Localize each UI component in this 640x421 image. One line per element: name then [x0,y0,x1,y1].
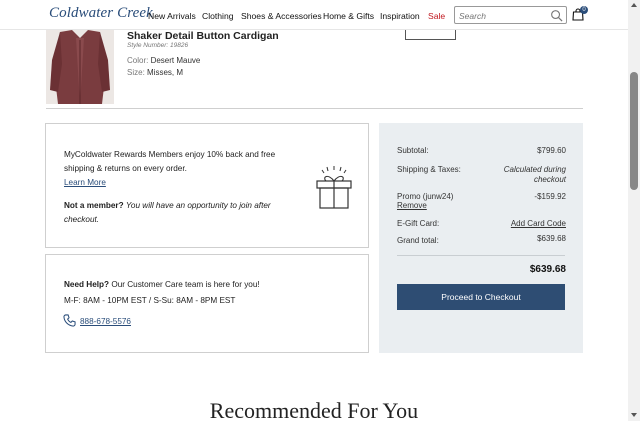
recommended-heading: Recommended For You [209,398,419,421]
product-image[interactable] [46,30,114,104]
nav-home-gifts[interactable]: Home & Gifts [323,11,374,21]
gift-icon [316,166,352,209]
customer-care-hours: M-F: 8AM - 10PM EST / S-Su: 8AM - 8PM ES… [64,296,236,305]
nav-shoes-accessories[interactable]: Shoes & Accessories [241,11,322,21]
search-input[interactable] [459,9,547,22]
product-color: Color: Desert Mauve [127,56,200,65]
bag-count-badge: 0 [580,6,588,14]
search-box[interactable] [454,6,567,24]
promo-label: Promo (junw24) [397,192,454,201]
order-summary: Subtotal: $799.60 Shipping & Taxes: Calc… [379,123,583,353]
promo-value: -$159.92 [534,192,566,201]
scroll-up-arrow[interactable] [631,3,637,7]
logo[interactable]: Coldwater Creek [49,5,153,22]
rewards-text-2: shipping & returns on every order. [64,164,187,173]
promo-remove-link[interactable]: Remove [397,201,427,210]
cardigan-image [46,30,114,104]
product-color-label: Color: [127,56,149,65]
not-member-text: Not a member? You will have an opportuni… [64,201,271,210]
egift-label: E-Gift Card: [397,219,440,228]
product-style-number: Style Number: 19826 [127,42,189,49]
not-member-text-2: checkout. [64,215,100,224]
learn-more-link[interactable]: Learn More [64,178,106,187]
shipping-value-line1: Calculated during [503,165,566,174]
phone-link[interactable]: 888-678-5576 [80,317,131,326]
rewards-panel: MyColdwater Rewards Members enjoy 10% ba… [45,123,369,248]
nav-new-arrivals[interactable]: New Arrivals [148,11,196,21]
product-size: Size: Misses, M [127,68,183,77]
need-help-bold: Need Help? [64,280,110,289]
phone-icon [63,314,76,327]
not-member-rest: You will have an opportunity to join aft… [125,201,271,210]
scroll-thumb[interactable] [630,72,638,190]
not-member-bold: Not a member? [64,201,124,210]
grand-total-label: Grand total: [397,236,439,245]
proceed-to-checkout-button[interactable]: Proceed to Checkout [397,284,565,310]
shipping-value: Calculated during checkout [504,165,566,185]
product-size-value: Misses, M [147,68,184,77]
shipping-label: Shipping & Taxes: [397,165,461,174]
search-icon[interactable] [550,9,563,22]
product-name[interactable]: Shaker Detail Button Cardigan [127,30,279,42]
site-header: Coldwater Creek New Arrivals Clothing Sh… [0,0,628,30]
help-panel: Need Help? Our Customer Care team is her… [45,254,369,353]
product-size-label: Size: [127,68,145,77]
shipping-value-line2: checkout [533,175,566,184]
product-color-value: Desert Mauve [150,56,201,65]
subtotal-value: $799.60 [537,146,566,155]
quantity-selector[interactable] [405,30,456,40]
add-card-code-link[interactable]: Add Card Code [511,219,566,228]
grand-total-value: $639.68 [537,234,566,243]
scrollbar[interactable] [628,0,640,421]
need-help-rest: Our Customer Care team is here for you! [111,280,260,289]
summary-divider [397,255,565,256]
rewards-text-1: MyColdwater Rewards Members enjoy 10% ba… [64,150,276,159]
nav-clothing[interactable]: Clothing [202,11,234,21]
scroll-down-arrow[interactable] [631,413,637,417]
nav-sale[interactable]: Sale [428,11,445,21]
order-total: $639.68 [529,264,566,275]
nav-inspiration[interactable]: Inspiration [380,11,420,21]
product-divider [46,108,583,109]
subtotal-label: Subtotal: [397,146,429,155]
need-help-text: Need Help? Our Customer Care team is her… [64,280,260,289]
